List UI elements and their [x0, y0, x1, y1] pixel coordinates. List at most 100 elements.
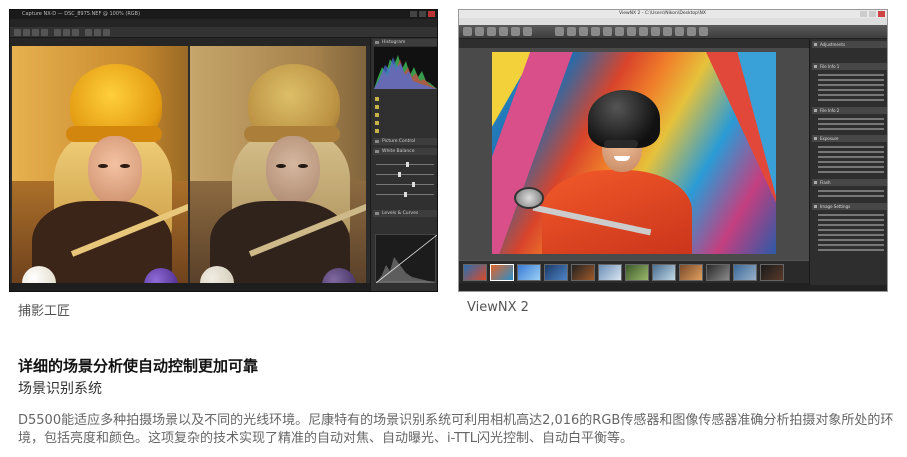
tool-icon [627, 27, 636, 36]
cnx-view-bar [10, 38, 370, 46]
tool-icon [687, 27, 696, 36]
vnx-toolbar [459, 25, 887, 39]
tool-icon [651, 27, 660, 36]
tool-icon [72, 29, 79, 36]
cnx-menu-bar: File Edit Image View Adjust Window Help [10, 19, 437, 36]
tool-icon [103, 29, 110, 36]
thumbnail[interactable] [760, 264, 784, 281]
collapse-icon [814, 137, 817, 140]
panel-option[interactable] [375, 104, 437, 110]
cnx-toolbar [10, 27, 437, 38]
cnx-title-bar: Capture NX-D — DSC_8975.NEF @ 100% (RGB) [10, 10, 437, 19]
file-info-2-header[interactable]: File Info 2 [812, 107, 887, 114]
thumbnail[interactable] [544, 264, 568, 281]
capture-nx-d-screenshot: Capture NX-D — DSC_8975.NEF @ 100% (RGB)… [9, 9, 438, 292]
tool-icon [32, 29, 39, 36]
collapse-icon [814, 205, 817, 208]
vnx-info-panel: Adjustments File Info 1 File Info 2 Expo… [809, 39, 887, 285]
thumbnail[interactable] [652, 264, 676, 281]
tool-icon [41, 29, 48, 36]
thumbnail[interactable] [463, 264, 487, 281]
collapse-icon [375, 212, 379, 215]
tool-icon [475, 27, 484, 36]
viewer-photo [492, 52, 776, 254]
histogram [374, 47, 437, 89]
tool-icon [555, 27, 564, 36]
vnx-window-title: ViewNX 2 - C:\Users\Nikon\Desktop\NX [619, 11, 706, 16]
tool-icon [591, 27, 600, 36]
maximize-icon [419, 11, 426, 17]
image-settings-panel-header[interactable]: Image Settings [812, 203, 887, 210]
section-heading: 详细的场景分析使自动控制更加可靠 [18, 357, 259, 375]
slider[interactable] [376, 192, 434, 197]
thumbnail[interactable] [679, 264, 703, 281]
tool-icon [63, 29, 70, 36]
tool-icon [579, 27, 588, 36]
cnx-adjust-panel: Histogram Picture Control White Balance [370, 38, 437, 291]
adjustments-panel-header[interactable]: Adjustments [812, 41, 887, 48]
photo-before [12, 46, 188, 291]
tool-icon [523, 27, 532, 36]
tool-icon [94, 29, 101, 36]
slider[interactable] [376, 172, 434, 177]
panel-option[interactable] [375, 96, 437, 102]
panel-option[interactable] [375, 128, 437, 134]
tool-icon [54, 29, 61, 36]
panel-option[interactable] [375, 112, 437, 118]
slider[interactable] [376, 182, 434, 187]
collapse-icon [814, 181, 817, 184]
tool-icon [14, 29, 21, 36]
tool-icon [603, 27, 612, 36]
thumbnail[interactable] [571, 264, 595, 281]
tool-icon [675, 27, 684, 36]
thumbnail[interactable] [517, 264, 541, 281]
cnx-window-title: Capture NX-D — DSC_8975.NEF @ 100% (RGB) [22, 11, 141, 17]
thumbnail[interactable] [598, 264, 622, 281]
exposure-panel-header[interactable]: Exposure [812, 135, 887, 142]
collapse-icon [814, 43, 817, 46]
tone-curve[interactable] [375, 234, 437, 284]
tool-icon [615, 27, 624, 36]
panel-option[interactable] [375, 120, 437, 126]
thumbnail[interactable] [490, 264, 514, 281]
vnx-filmstrip [459, 260, 809, 285]
collapse-icon [375, 140, 379, 143]
vnx-menu-bar: File Edit Image View Window Help [459, 18, 887, 34]
tool-icon [663, 27, 672, 36]
flash-panel-header[interactable]: Flash [812, 179, 887, 186]
viewnx-2-screenshot: ViewNX 2 - C:\Users\Nikon\Desktop\NX Fil… [458, 9, 888, 292]
collapse-icon [375, 41, 379, 44]
tool-icon [639, 27, 648, 36]
collapse-icon [375, 150, 379, 153]
slider[interactable] [376, 162, 434, 167]
vnx-title-bar: ViewNX 2 - C:\Users\Nikon\Desktop\NX [459, 10, 887, 18]
tool-icon [85, 29, 92, 36]
file-info-1-header[interactable]: File Info 1 [812, 63, 887, 70]
maximize-icon [869, 11, 876, 17]
cnx-status-bar [10, 283, 370, 291]
histogram-panel-header[interactable]: Histogram [373, 39, 437, 46]
tool-icon [23, 29, 30, 36]
minimize-icon [860, 11, 867, 17]
white-balance-panel-header[interactable]: White Balance [373, 148, 437, 155]
photo-after [190, 46, 366, 291]
tool-icon [487, 27, 496, 36]
levels-curves-panel-header[interactable]: Levels & Curves [373, 210, 437, 217]
tool-icon [511, 27, 520, 36]
thumbnail[interactable] [706, 264, 730, 281]
tool-icon [463, 27, 472, 36]
close-icon [878, 11, 885, 17]
tool-icon [699, 27, 708, 36]
collapse-icon [814, 109, 817, 112]
section-body: D5500能适应多种拍摄场景以及不同的光线环境。尼康特有的场景识别系统可利用相机… [18, 413, 894, 446]
close-icon [428, 11, 435, 17]
tool-icon [567, 27, 576, 36]
thumbnail[interactable] [733, 264, 757, 281]
picture-control-panel-header[interactable]: Picture Control [373, 138, 437, 145]
tool-icon [499, 27, 508, 36]
minimize-icon [410, 11, 417, 17]
vnx-view-bar [459, 39, 809, 48]
collapse-icon [814, 65, 817, 68]
thumbnail[interactable] [625, 264, 649, 281]
caption-capture-nx-d: 捕影工匠 [18, 304, 71, 319]
